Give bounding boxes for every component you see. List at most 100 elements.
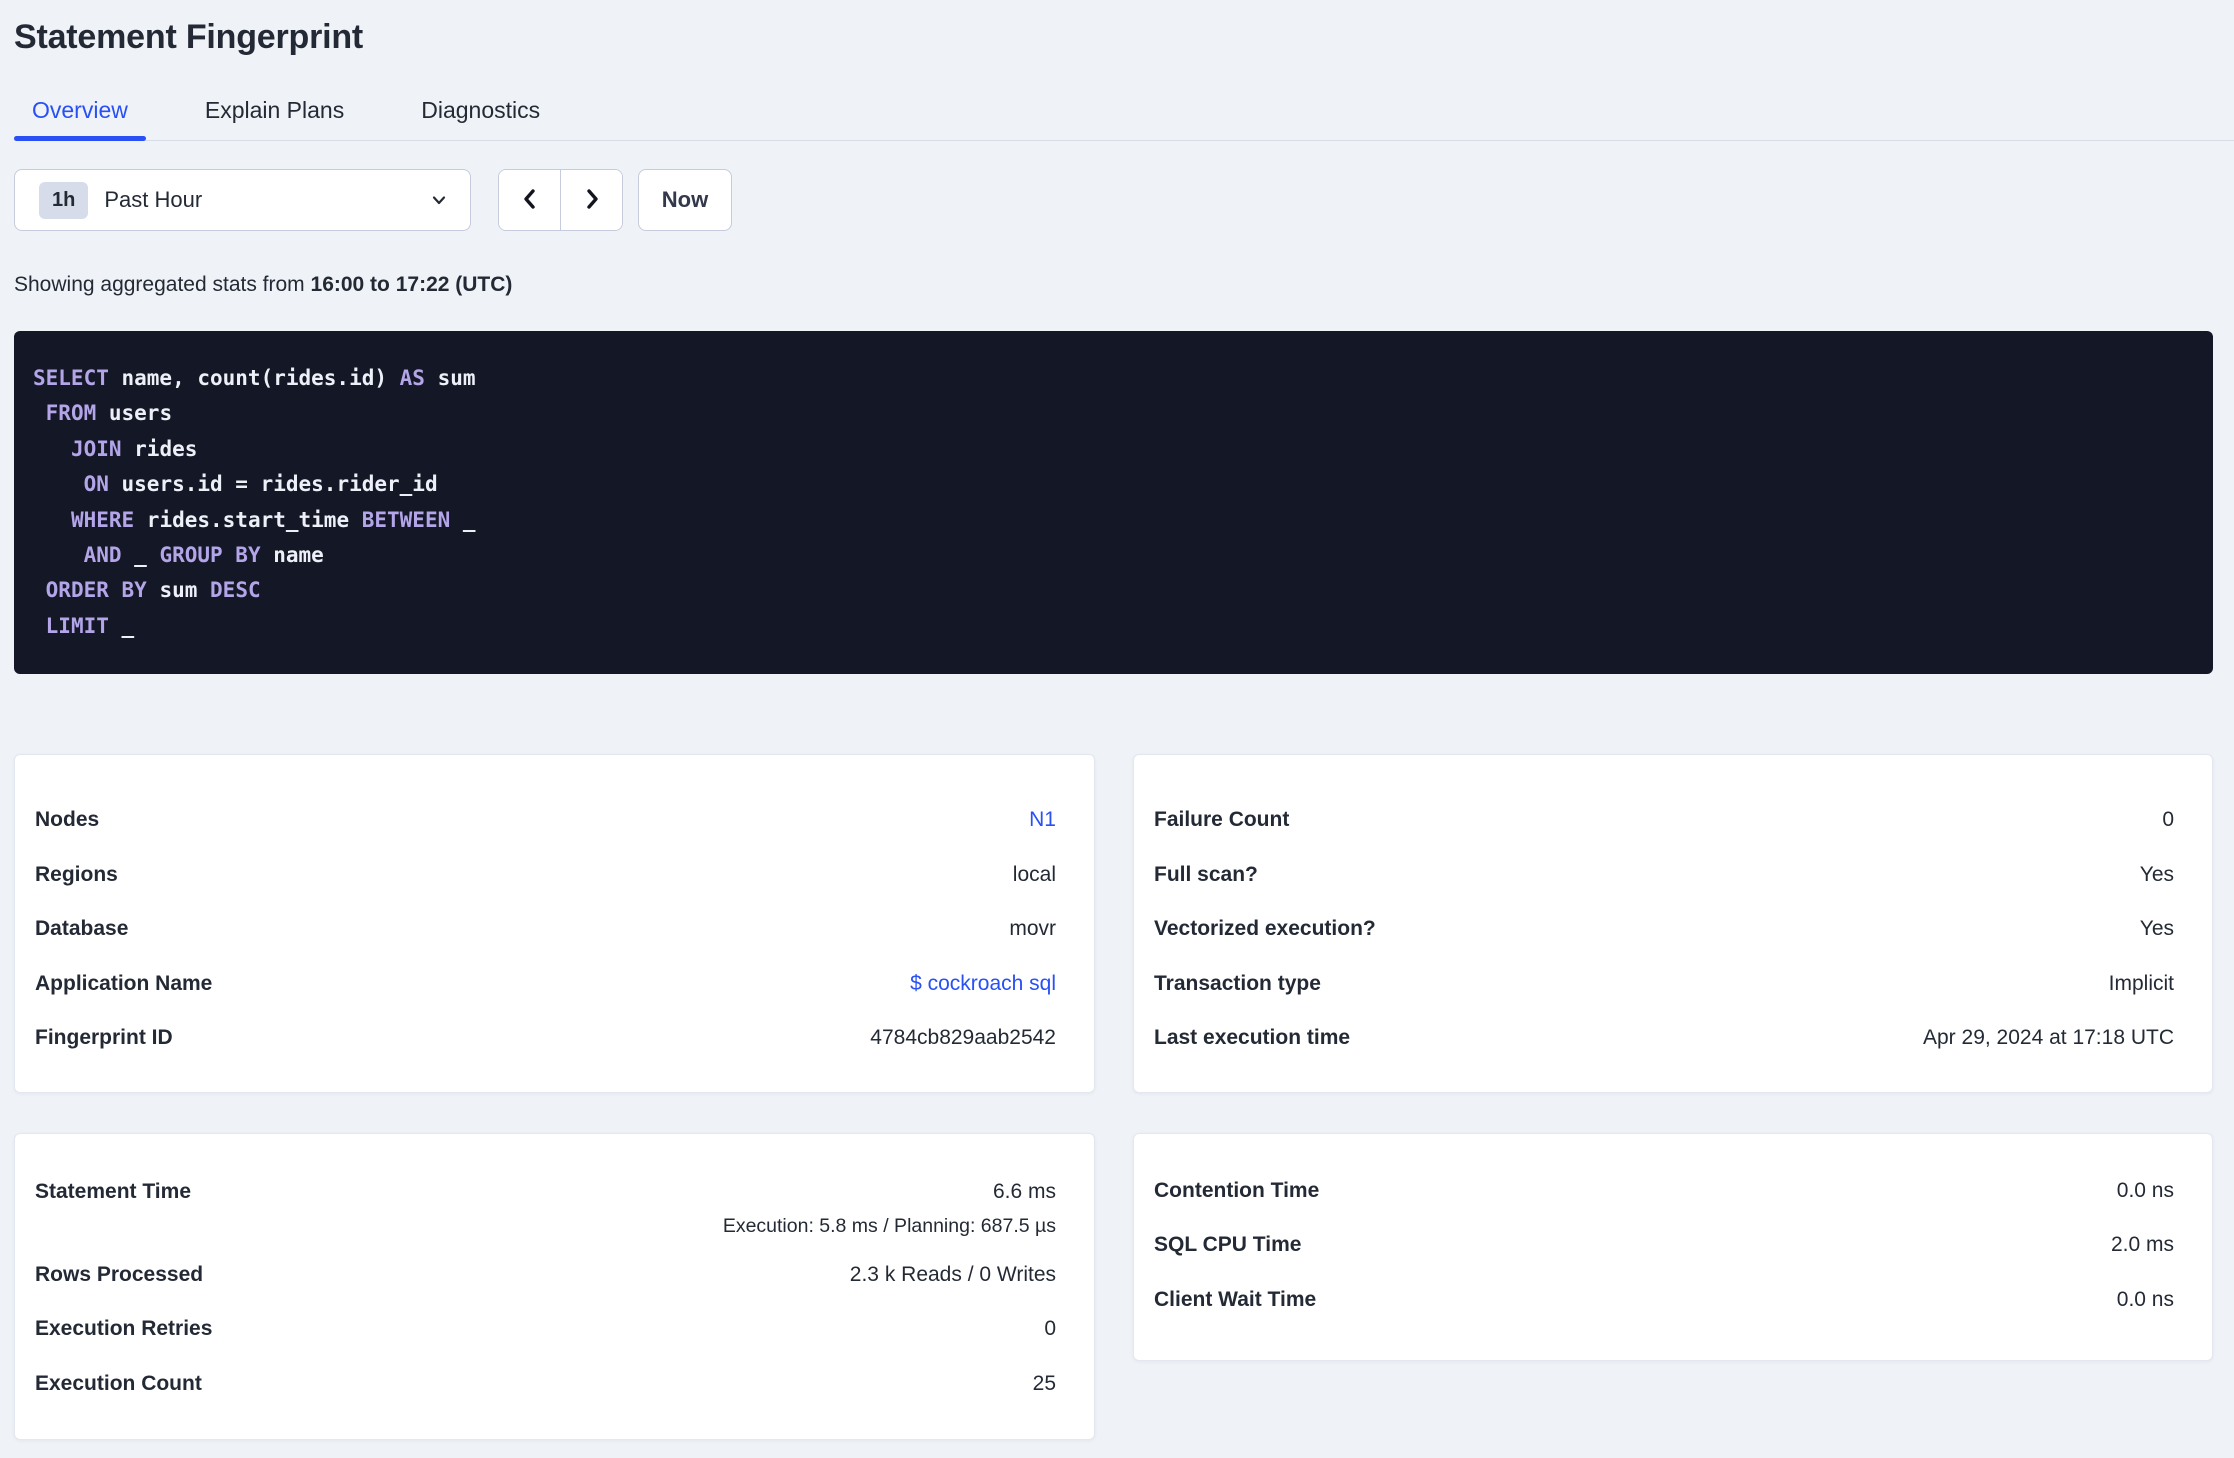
execution-retries-value: 0 (1044, 1317, 1056, 1341)
database-value: movr (1009, 917, 1056, 941)
sql-token: rides.start_time (134, 507, 362, 532)
client-wait-time-label: Client Wait Time (1154, 1287, 1317, 1311)
regions-label: Regions (35, 862, 118, 886)
vectorized-execution-label: Vectorized execution? (1154, 917, 1376, 941)
row-fingerprint-id: Fingerprint ID 4784cb829aab2542 (35, 1011, 1056, 1066)
execution-count-label: Execution Count (35, 1371, 202, 1395)
statement-details-card: Nodes N1 Regions local Database movr App… (14, 754, 1095, 1093)
aggregated-stats-prefix: Showing aggregated stats from (14, 273, 311, 296)
row-rows-processed: Rows Processed 2.3 k Reads / 0 Writes (35, 1248, 1056, 1303)
sql-statement: SELECT name, count(rides.id) AS sum FROM… (33, 361, 2189, 644)
application-name-value-link[interactable]: $ cockroach sql (910, 972, 1056, 996)
chevron-right-icon (579, 186, 605, 215)
contention-time-label: Contention Time (1154, 1178, 1320, 1202)
sql-cpu-time-value: 2.0 ms (2110, 1233, 2174, 1257)
row-execution-retries: Execution Retries 0 (35, 1302, 1056, 1357)
statement-time-value: 6.6 ms (992, 1179, 1056, 1203)
overview-cards-row: Nodes N1 Regions local Database movr App… (14, 754, 2213, 1093)
last-execution-time-label: Last execution time (1154, 1026, 1351, 1050)
time-window-arrows (498, 169, 623, 231)
previous-time-window-button[interactable] (499, 170, 561, 230)
tab-diagnostics[interactable]: Diagnostics (403, 97, 558, 140)
page-title: Statement Fingerprint (14, 18, 364, 56)
vectorized-execution-value: Yes (2139, 917, 2174, 941)
tab-overview-label: Overview (32, 97, 128, 123)
tab-bar: Overview Explain Plans Diagnostics (14, 97, 2234, 141)
sql-token: AND (83, 543, 122, 568)
execution-retries-label: Execution Retries (35, 1317, 213, 1341)
sql-token: sum (146, 578, 211, 603)
row-database: Database movr (35, 902, 1056, 957)
sql-token: LIMIT (45, 613, 109, 638)
rows-processed-value: 2.3 k Reads / 0 Writes (849, 1262, 1056, 1286)
sql-token: ORDER BY (45, 578, 147, 603)
failure-count-value: 0 (2162, 808, 2174, 832)
sql-token: users (96, 401, 173, 426)
sql-token: WHERE (70, 507, 135, 532)
statement-time-breakdown: Execution: 5.8 ms / Planning: 687.5 µs (722, 1214, 1056, 1237)
failure-count-label: Failure Count (1154, 808, 1290, 832)
nodes-label: Nodes (35, 808, 100, 832)
sql-token: name (260, 543, 324, 568)
sql-statement-box: SELECT name, count(rides.id) AS sum FROM… (14, 331, 2213, 674)
now-button[interactable]: Now (638, 169, 732, 231)
time-controls: 1h Past Hour Now (14, 169, 2213, 231)
sql-token: ON (83, 472, 109, 497)
regions-value: local (1012, 862, 1056, 886)
row-last-execution-time: Last execution time Apr 29, 2024 at 17:1… (1154, 1011, 2174, 1066)
execution-count-value: 25 (1032, 1371, 1056, 1395)
aggregated-stats-caption: Showing aggregated stats from 16:00 to 1… (14, 273, 2213, 297)
statement-time-label: Statement Time (35, 1179, 191, 1203)
time-range-select[interactable]: 1h Past Hour (14, 169, 471, 231)
sql-token: AS (399, 366, 425, 390)
row-client-wait-time: Client Wait Time 0.0 ns (1154, 1273, 2174, 1328)
row-full-scan: Full scan? Yes (1154, 848, 2174, 903)
tab-explain-plans[interactable]: Explain Plans (187, 97, 362, 140)
row-application-name: Application Name $ cockroach sql (35, 957, 1056, 1012)
chevron-down-icon (428, 189, 450, 211)
contention-time-value: 0.0 ns (2116, 1178, 2174, 1202)
row-vectorized-execution: Vectorized execution? Yes (1154, 902, 2174, 957)
aggregated-stats-range: 16:00 to 17:22 (UTC) (310, 273, 513, 296)
sql-token: SELECT (33, 366, 109, 390)
timing-cards-row: Statement Time 6.6 ms Execution: 5.8 ms … (14, 1132, 2213, 1440)
sql-token: rides (121, 436, 198, 461)
row-transaction-type: Transaction type Implicit (1154, 957, 2174, 1012)
row-sql-cpu-time: SQL CPU Time 2.0 ms (1154, 1218, 2174, 1273)
sql-token: GROUP BY (159, 543, 261, 568)
transaction-type-label: Transaction type (1154, 971, 1321, 995)
transaction-type-value: Implicit (2108, 971, 2174, 995)
chevron-left-icon (517, 186, 543, 215)
execution-attributes-card: Failure Count 0 Full scan? Yes Vectorize… (1133, 754, 2213, 1093)
next-time-window-button[interactable] (561, 170, 622, 230)
last-execution-time-value: Apr 29, 2024 at 17:18 UTC (1923, 1026, 2174, 1050)
sql-token: JOIN (70, 436, 122, 461)
application-name-label: Application Name (35, 971, 213, 995)
wait-timing-card: Contention Time 0.0 ns SQL CPU Time 2.0 … (1133, 1132, 2213, 1361)
database-label: Database (35, 917, 129, 941)
rows-processed-label: Rows Processed (35, 1262, 204, 1286)
tab-diagnostics-label: Diagnostics (421, 97, 541, 123)
row-statement-time: Statement Time 6.6 ms (35, 1172, 1056, 1212)
nodes-value-link[interactable]: N1 (1029, 808, 1056, 832)
sql-token: users.id = rides.rider_id (108, 472, 438, 497)
sql-token: DESC (210, 578, 261, 603)
row-failure-count: Failure Count 0 (1154, 793, 2174, 848)
tab-overview[interactable]: Overview (14, 97, 146, 141)
client-wait-time-value: 0.0 ns (2116, 1287, 2174, 1311)
row-nodes: Nodes N1 (35, 793, 1056, 848)
time-range-label: Past Hour (104, 187, 203, 212)
row-execution-count: Execution Count 25 (35, 1357, 1056, 1412)
row-regions: Regions local (35, 848, 1056, 903)
time-range-badge: 1h (39, 181, 89, 219)
sql-token: BETWEEN (361, 507, 451, 532)
sql-token: name, count(rides.id) (108, 366, 400, 390)
full-scan-label: Full scan? (1154, 862, 1258, 886)
sql-token: _ (108, 613, 135, 638)
